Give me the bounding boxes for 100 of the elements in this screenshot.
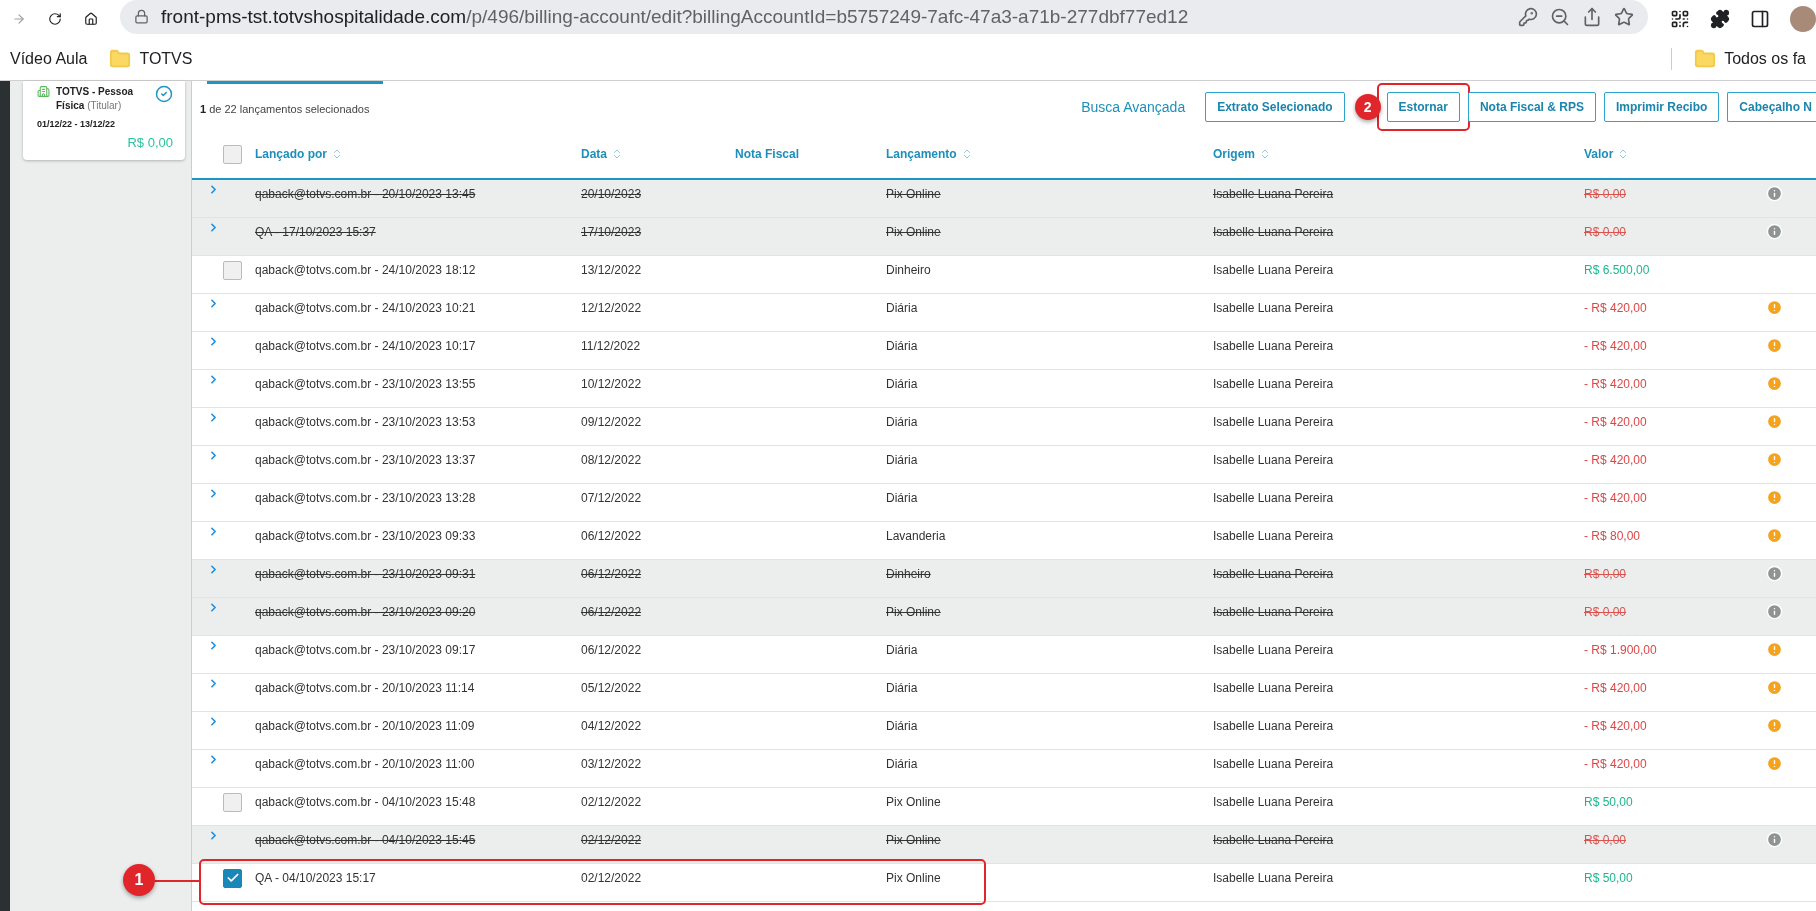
- action-button[interactable]: Estornar: [1386, 92, 1460, 122]
- table-cell-text: 05/12/2022: [581, 680, 643, 695]
- table-cell-text: 09/12/2022: [581, 414, 643, 429]
- column-header: Nota Fiscal: [735, 147, 801, 161]
- qr-code-icon[interactable]: [1670, 8, 1690, 29]
- table-cell-text: 10/12/2022: [581, 376, 643, 391]
- url-path: /p/496/billing-account/edit?billingAccountId=b5757249-7afc-47a3-a71b-277dbf77ed12: [466, 5, 1189, 27]
- column-header[interactable]: Lançamento: [886, 147, 1213, 161]
- warning-icon[interactable]: [1766, 413, 1783, 430]
- warning-icon[interactable]: [1766, 337, 1783, 354]
- table-cell-text: Diária: [886, 718, 919, 733]
- account-card[interactable]: TOTVS - Pessoa Física (Titular) 01/12/22 - 13/12/22 R$ 0,00: [23, 81, 185, 160]
- table-cell-text: qaback@totvs.com.br - 24/10/2023 10:17: [255, 338, 477, 353]
- amount-cell-text: R$ 50,00: [1584, 795, 1634, 809]
- table-cell-text: Pix Online: [886, 795, 942, 809]
- table-cell-text: 06/12/2022: [581, 566, 643, 581]
- account-period: 01/12/22 - 13/12/22: [37, 119, 117, 129]
- info-icon[interactable]: [1766, 223, 1783, 240]
- amount-cell-text: R$ 6.500,00: [1584, 263, 1651, 277]
- bookmark[interactable]: Vídeo Aula: [10, 49, 88, 68]
- table-cell-text: qaback@totvs.com.br - 23/10/2023 13:37: [255, 452, 477, 467]
- table-cell-text: Dinheiro: [886, 566, 932, 581]
- bookmark[interactable]: TOTVS: [109, 47, 193, 70]
- warning-icon[interactable]: [1766, 679, 1783, 696]
- key-icon[interactable]: [1518, 6, 1538, 27]
- table-cell-text: qaback@totvs.com.br - 20/10/2023 11:00: [255, 756, 476, 771]
- action-button[interactable]: Extrato Selecionado: [1205, 92, 1345, 122]
- table-cell-text: qaback@totvs.com.br - 24/10/2023 10:21: [255, 300, 477, 315]
- table-cell-text: qaback@totvs.com.br - 23/10/2023 09:33: [255, 528, 477, 543]
- folder-icon: [109, 47, 132, 70]
- extensions-icon[interactable]: [1710, 8, 1730, 29]
- info-icon[interactable]: [1766, 185, 1783, 202]
- amount-cell-text: - R$ 1.900,00: [1584, 642, 1658, 657]
- warning-icon[interactable]: [1766, 717, 1783, 734]
- row-checkbox[interactable]: [223, 260, 242, 280]
- share-icon[interactable]: [1582, 6, 1602, 27]
- table-cell-text: Isabelle Luana Pereira: [1213, 338, 1335, 353]
- table-cell-text: Pix Online: [886, 224, 942, 239]
- action-button[interactable]: Imprimir Recibo: [1603, 92, 1720, 122]
- info-icon[interactable]: [1766, 565, 1783, 582]
- warning-icon[interactable]: [1766, 299, 1783, 316]
- info-icon[interactable]: [1766, 603, 1783, 620]
- table-cell-text: Diária: [886, 376, 919, 391]
- table-cell-text: Isabelle Luana Pereira: [1213, 832, 1335, 847]
- table-cell-text: Isabelle Luana Pereira: [1213, 376, 1335, 391]
- table-cell-text: 02/12/2022: [581, 832, 643, 847]
- table-cell-text: Diária: [886, 414, 919, 429]
- table-cell-text: qaback@totvs.com.br - 04/10/2023 15:45: [255, 832, 477, 847]
- table-cell-text: 03/12/2022: [581, 756, 643, 771]
- warning-icon[interactable]: [1766, 489, 1783, 506]
- amount-cell-text: R$ 0,00: [1584, 186, 1628, 201]
- profile-avatar[interactable]: [1790, 5, 1816, 32]
- table-cell-text: Isabelle Luana Pereira: [1213, 490, 1335, 505]
- table-cell-text: 06/12/2022: [581, 528, 643, 543]
- table-cell-text: QA - 04/10/2023 15:17: [255, 871, 377, 885]
- table-cell-text: qaback@totvs.com.br - 04/10/2023 15:48: [255, 795, 477, 809]
- column-header[interactable]: Data: [581, 147, 735, 161]
- column-header[interactable]: Valor: [1584, 147, 1766, 161]
- table-cell-text: Isabelle Luana Pereira: [1213, 224, 1335, 239]
- amount-cell-text: - R$ 80,00: [1584, 528, 1642, 543]
- action-button[interactable]: Cabeçalho N: [1727, 92, 1816, 122]
- warning-icon[interactable]: [1766, 755, 1783, 772]
- warning-icon[interactable]: [1766, 527, 1783, 544]
- amount-cell-text: - R$ 420,00: [1584, 376, 1648, 391]
- warning-icon[interactable]: [1766, 375, 1783, 392]
- table-cell-text: Diária: [886, 490, 919, 505]
- table-cell-text: Isabelle Luana Pereira: [1213, 756, 1335, 771]
- table-cell-text: Isabelle Luana Pereira: [1213, 566, 1335, 581]
- side-panel-icon[interactable]: [1750, 8, 1770, 29]
- action-button[interactable]: Nota Fiscal & RPS: [1467, 92, 1596, 122]
- column-header[interactable]: Origem: [1213, 147, 1584, 161]
- warning-icon[interactable]: [1766, 451, 1783, 468]
- table-cell-text: qaback@totvs.com.br - 23/10/2023 09:17: [255, 642, 477, 657]
- table-cell-text: Pix Online: [886, 832, 942, 847]
- row-checkbox[interactable]: [223, 868, 242, 888]
- column-header[interactable]: Lançado por: [255, 147, 581, 161]
- advanced-search-link[interactable]: Busca Avançada: [1081, 99, 1186, 115]
- table-cell-text: 06/12/2022: [581, 604, 643, 619]
- info-icon[interactable]: [1766, 831, 1783, 848]
- warning-icon[interactable]: [1766, 641, 1783, 658]
- sort-icon: [331, 148, 343, 160]
- select-all-checkbox[interactable]: [223, 144, 242, 164]
- zoom-out-icon[interactable]: [1550, 6, 1570, 27]
- star-icon[interactable]: [1614, 6, 1634, 27]
- amount-cell-text: - R$ 420,00: [1584, 452, 1648, 467]
- selection-summary: 1 de 22 lançamentos selecionados: [200, 103, 370, 115]
- row-checkbox[interactable]: [223, 792, 242, 812]
- table-cell-text: 13/12/2022: [581, 263, 643, 277]
- address-bar[interactable]: front-pms-tst.totvshospitalidade.com/p/496/billing-account/edit?billingAccountId=b5757249-7afc-47a3-a71b-277dbf77ed12: [120, 0, 1648, 34]
- table-cell-text: Isabelle Luana Pereira: [1213, 452, 1335, 467]
- bookmark[interactable]: Todos os fa: [1694, 47, 1806, 70]
- table-cell-text: 02/12/2022: [581, 871, 643, 885]
- table-cell-text: Diária: [886, 338, 919, 353]
- account-balance: R$ 0,00: [127, 135, 173, 150]
- table-cell-text: Lavanderia: [886, 528, 947, 543]
- table-cell-text: Pix Online: [886, 871, 942, 885]
- table-cell-text: 06/12/2022: [581, 642, 643, 657]
- table-cell-text: Isabelle Luana Pereira: [1213, 263, 1335, 277]
- table-cell-text: qaback@totvs.com.br - 24/10/2023 18:12: [255, 263, 477, 277]
- table-cell-text: 20/10/2023: [581, 186, 643, 201]
